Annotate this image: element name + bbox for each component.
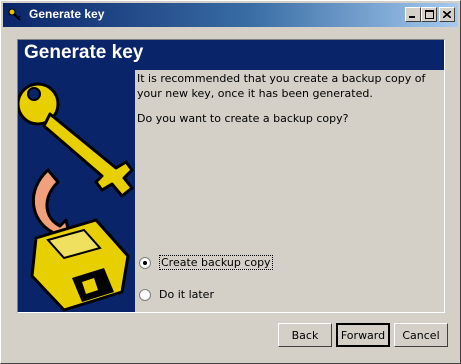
maximize-icon xyxy=(424,10,434,19)
minimize-button[interactable] xyxy=(405,7,421,22)
instruction-text: It is recommended that you create a back… xyxy=(137,72,426,100)
maximize-button[interactable] xyxy=(421,7,437,22)
do-it-later-label[interactable]: Do it later xyxy=(159,288,214,301)
header-banner: Generate key xyxy=(18,40,444,70)
do-it-later-option[interactable]: Do it later xyxy=(139,288,214,301)
create-backup-radio[interactable] xyxy=(139,256,151,269)
window-title: Generate key xyxy=(29,7,105,21)
do-it-later-radio[interactable] xyxy=(139,288,151,301)
generate-key-dialog: Generate key Generate key It is recommen… xyxy=(0,0,461,364)
title-bar[interactable]: Generate key xyxy=(3,3,458,27)
forward-button[interactable]: Forward xyxy=(336,323,390,347)
side-illustration-panel xyxy=(16,70,135,312)
cancel-button[interactable]: Cancel xyxy=(394,323,448,347)
minimize-icon xyxy=(409,16,415,18)
close-button[interactable] xyxy=(439,7,455,22)
content-panel: It is recommended that you create a back… xyxy=(135,70,444,312)
floppy-disk-icon xyxy=(30,218,130,312)
key-to-floppy-illustration xyxy=(16,82,134,312)
backup-question: Do you want to create a backup copy? xyxy=(137,112,349,125)
create-backup-option[interactable]: Create backup copy xyxy=(139,255,273,270)
close-icon xyxy=(443,11,451,18)
banner-title: Generate key xyxy=(24,42,144,63)
back-button[interactable]: Back xyxy=(278,323,332,347)
create-backup-label[interactable]: Create backup copy xyxy=(159,255,273,270)
key-icon xyxy=(16,82,134,198)
key-app-icon xyxy=(8,8,21,21)
